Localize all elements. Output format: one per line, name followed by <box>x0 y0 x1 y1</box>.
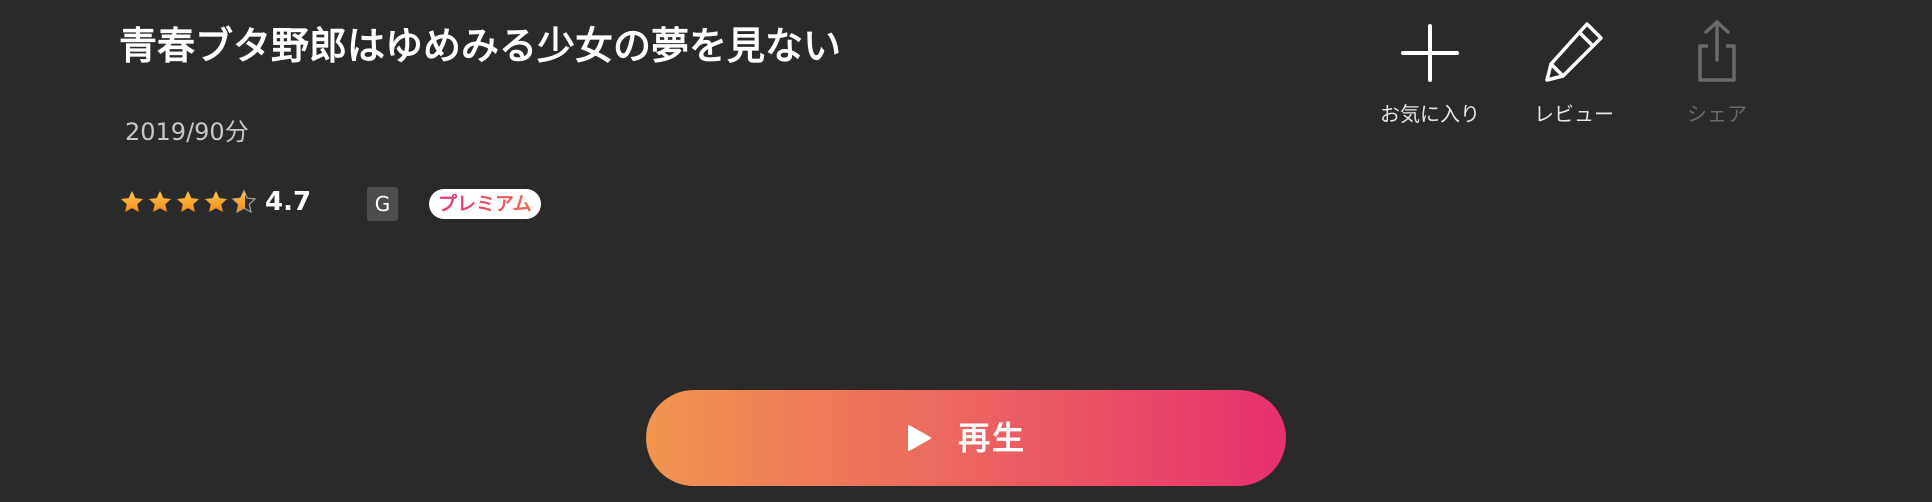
rating-row: 4.7 <box>119 182 311 222</box>
video-meta: 2019/90分 <box>125 118 249 146</box>
star-icon <box>120 190 144 212</box>
half-star-icon <box>231 189 257 214</box>
star-icon <box>148 190 172 212</box>
premium-badge: プレミアム <box>429 189 541 219</box>
pencil-icon <box>1545 22 1603 82</box>
share-button[interactable]: シェア <box>1652 18 1782 127</box>
star-rating <box>119 189 257 215</box>
play-icon <box>907 425 931 451</box>
rating-value: 4.7 <box>265 187 312 217</box>
play-label: 再生 <box>957 419 1026 457</box>
review-label: レビュー <box>1534 102 1614 126</box>
star-icon <box>204 190 228 212</box>
age-rating-badge: G <box>367 187 398 221</box>
favorite-label: お気に入り <box>1380 102 1480 126</box>
plus-icon <box>1401 24 1459 82</box>
premium-badge-label: プレミアム <box>438 193 532 215</box>
favorite-button[interactable]: お気に入り <box>1365 18 1495 127</box>
video-title: 青春ブタ野郎はゆめみる少女の夢を見ない <box>119 24 842 68</box>
video-detail-page: 青春ブタ野郎はゆめみる少女の夢を見ない 2019/90分 4.7 G プレミアム… <box>0 0 1932 502</box>
review-button[interactable]: レビュー <box>1509 18 1639 127</box>
play-button[interactable]: 再生 <box>646 390 1286 486</box>
star-icon <box>176 190 200 212</box>
share-icon <box>1698 20 1736 82</box>
share-label: シェア <box>1687 102 1747 126</box>
